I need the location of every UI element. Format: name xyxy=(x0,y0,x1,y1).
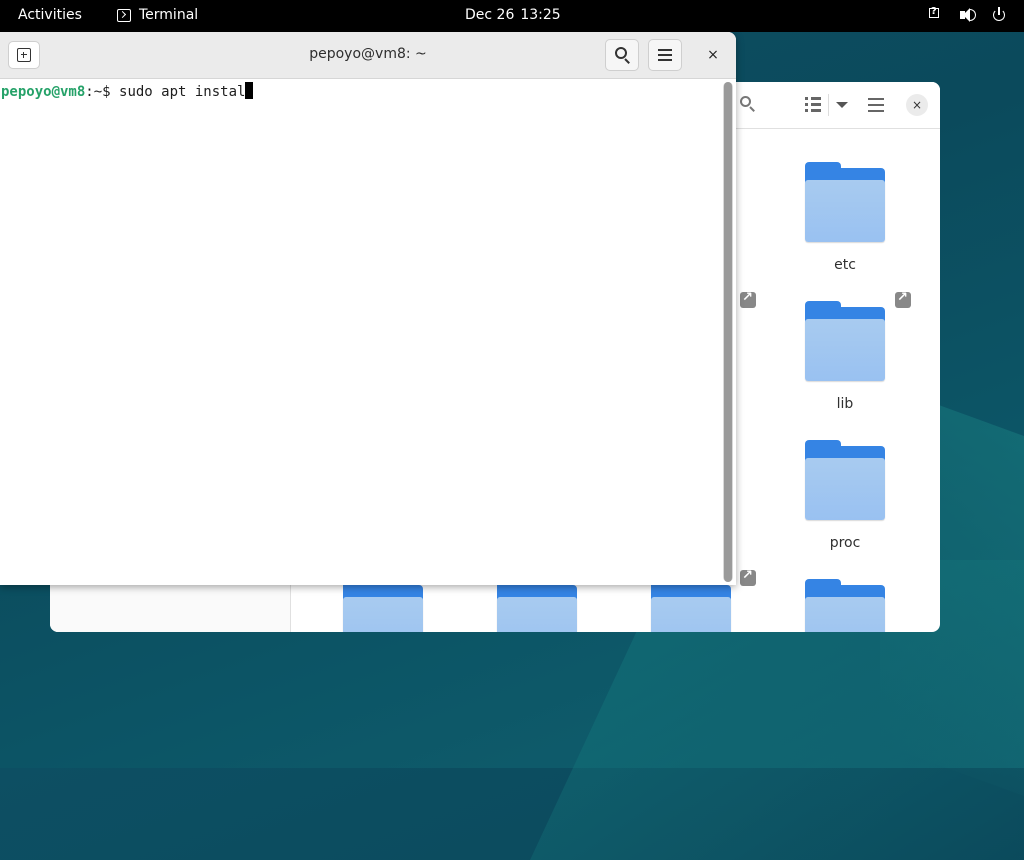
symlink-icon xyxy=(740,568,756,586)
command-line: pepoyo@vm8:~$ sudo apt instal xyxy=(1,82,254,100)
folder-icon[interactable] xyxy=(805,579,885,632)
close-button[interactable]: × xyxy=(703,45,723,65)
terminal-window: pepoyo@vm8: ~ × pepoyo@vm8:~$ sudo apt i… xyxy=(0,32,736,585)
search-button[interactable] xyxy=(605,39,639,71)
app-menu[interactable]: Terminal xyxy=(117,7,198,23)
command-text: sudo apt instal xyxy=(110,84,246,100)
text-cursor xyxy=(245,82,254,99)
folder-icon[interactable] xyxy=(497,579,577,632)
volume-icon[interactable] xyxy=(958,6,976,24)
clock[interactable]: Dec 26 13:25 xyxy=(465,7,561,23)
folder-icon[interactable] xyxy=(805,162,885,242)
folder-label[interactable]: proc xyxy=(785,535,905,551)
prompt-path: :~$ xyxy=(85,84,111,100)
symlink-icon xyxy=(740,290,756,308)
system-tray[interactable] xyxy=(926,6,1008,24)
prompt-user: pepoyo@vm8 xyxy=(1,84,86,100)
chevron-down-icon[interactable] xyxy=(831,94,853,116)
files-header-bar: × xyxy=(730,82,940,129)
top-bar: Activities Terminal Dec 26 13:25 xyxy=(0,0,1024,32)
folder-label[interactable]: lib xyxy=(785,396,905,412)
search-icon[interactable] xyxy=(738,94,760,116)
network-question-icon[interactable] xyxy=(926,6,944,24)
folder-icon[interactable] xyxy=(343,579,423,632)
clock-date: Dec 26 xyxy=(465,7,515,23)
symlink-icon xyxy=(895,290,911,308)
scrollbar-thumb[interactable] xyxy=(724,82,732,582)
terminal-icon xyxy=(117,8,131,22)
menu-button[interactable] xyxy=(648,39,682,71)
divider xyxy=(828,94,829,116)
folder-label[interactable]: etc xyxy=(785,257,905,273)
terminal-body[interactable]: pepoyo@vm8:~$ sudo apt instal xyxy=(0,79,722,585)
list-view-icon[interactable] xyxy=(805,94,827,116)
terminal-header-bar: pepoyo@vm8: ~ × xyxy=(0,32,736,79)
close-button[interactable]: × xyxy=(906,94,928,116)
activities-button[interactable]: Activities xyxy=(18,7,82,23)
folder-icon[interactable] xyxy=(805,301,885,381)
scrollbar[interactable] xyxy=(723,82,733,582)
folder-icon[interactable] xyxy=(651,579,731,632)
power-icon[interactable] xyxy=(990,6,1008,24)
clock-time: 13:25 xyxy=(520,7,561,23)
app-menu-label: Terminal xyxy=(139,7,199,23)
folder-icon[interactable] xyxy=(805,440,885,520)
hamburger-menu-icon[interactable] xyxy=(866,94,888,116)
